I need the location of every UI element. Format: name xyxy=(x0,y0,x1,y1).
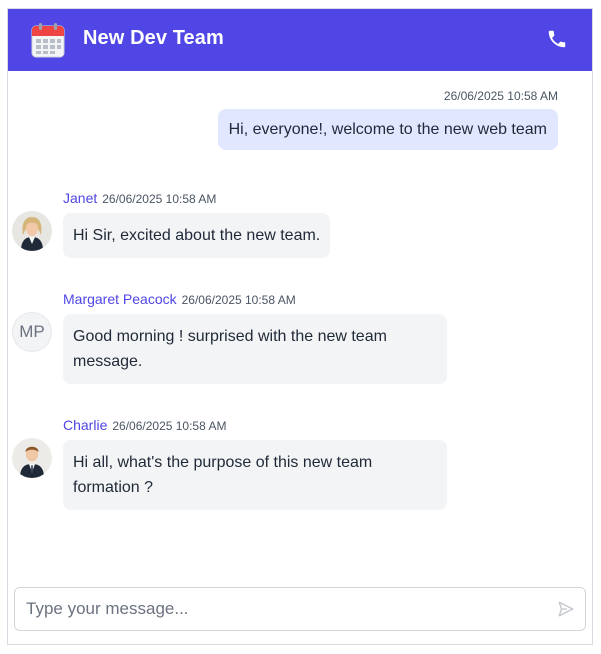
message-bubble: Hi, everyone!, welcome to the new web te… xyxy=(217,109,558,150)
message-timestamp: 26/06/2025 10:58 AM xyxy=(102,192,217,206)
own-message: 26/06/2025 10:58 AM Hi, everyone!, welco… xyxy=(217,89,558,150)
message-meta: Margaret Peacock 26/06/2025 10:58 AM xyxy=(63,291,296,307)
message-bubble: Hi all, what's the purpose of this new t… xyxy=(63,440,447,510)
avatar xyxy=(12,211,52,251)
phone-icon[interactable] xyxy=(546,28,568,50)
chat-title: New Dev Team xyxy=(83,27,224,49)
avatar-janet-icon xyxy=(12,211,52,251)
message-composer xyxy=(14,587,586,631)
message-margaret: MP Margaret Peacock 26/06/2025 10:58 AM G… xyxy=(12,291,532,384)
avatar-initials: MP xyxy=(12,312,52,352)
message-timestamp: 26/06/2025 10:58 AM xyxy=(443,89,558,103)
message-bubble: Hi Sir, excited about the new team. xyxy=(63,213,331,258)
calendar-icon xyxy=(31,23,65,58)
author-name[interactable]: Janet xyxy=(63,190,97,206)
message-bubble: Good morning ! surprised with the new te… xyxy=(63,314,447,384)
message-meta: Janet 26/06/2025 10:58 AM xyxy=(63,190,216,206)
message-charlie: Charlie 26/06/2025 10:58 AM Hi all, what'… xyxy=(12,417,532,510)
chat-header: New Dev Team xyxy=(8,9,592,71)
chat-window: New Dev Team 26/06/2025 10:58 AM Hi, eve… xyxy=(7,8,593,645)
message-input[interactable] xyxy=(15,588,545,630)
avatar-charlie-icon xyxy=(12,438,52,478)
send-icon[interactable] xyxy=(557,600,575,618)
author-name[interactable]: Charlie xyxy=(63,417,107,433)
message-timestamp: 26/06/2025 10:58 AM xyxy=(181,293,296,307)
message-meta: Charlie 26/06/2025 10:58 AM xyxy=(63,417,226,433)
author-name[interactable]: Margaret Peacock xyxy=(63,291,177,307)
message-janet: Janet 26/06/2025 10:58 AM Hi Sir, excited… xyxy=(12,190,532,260)
avatar xyxy=(12,438,52,478)
message-list: 26/06/2025 10:58 AM Hi, everyone!, welco… xyxy=(8,71,592,581)
message-timestamp: 26/06/2025 10:58 AM xyxy=(112,419,227,433)
